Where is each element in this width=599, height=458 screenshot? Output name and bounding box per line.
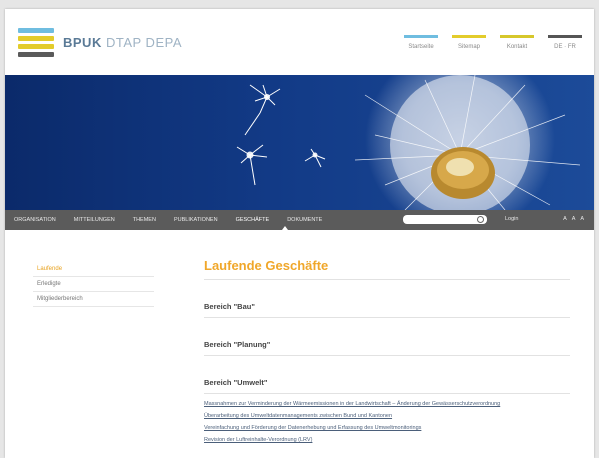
login-link[interactable]: Login bbox=[505, 216, 518, 222]
brand-secondary: DTAP DEPA bbox=[105, 35, 182, 50]
section-planung: Bereich "Planung" bbox=[204, 340, 570, 356]
topnav-label: Startseite bbox=[408, 44, 434, 50]
topnav-label: DE · FR bbox=[554, 44, 576, 50]
dandelion-image bbox=[236, 75, 581, 210]
section-links: Massnahmen zur Verminderung der Wärmeemi… bbox=[204, 400, 570, 444]
search-icon[interactable] bbox=[477, 216, 484, 223]
sidebar-item-mitgliederbereich[interactable]: Mitgliederbereich bbox=[33, 292, 154, 307]
topnav-label: Kontakt bbox=[506, 44, 528, 50]
search-input[interactable] bbox=[403, 222, 477, 232]
logo-bar bbox=[18, 44, 54, 49]
business-link[interactable]: Vereinfachung und Förderung der Datenerh… bbox=[204, 424, 570, 432]
section-title[interactable]: Bereich "Bau" bbox=[204, 302, 570, 318]
hero-banner bbox=[5, 75, 594, 210]
page-title: Laufende Geschäfte bbox=[204, 258, 570, 280]
topnav-label: Sitemap bbox=[457, 44, 480, 50]
sidebar-item-laufende[interactable]: Laufende bbox=[33, 262, 154, 277]
business-link[interactable]: Revision der Luftreinhalte-Verordnung (L… bbox=[204, 436, 570, 444]
logo-bar bbox=[18, 36, 54, 41]
brand-primary: BPUK bbox=[63, 35, 102, 50]
topnav-accent-bar bbox=[404, 35, 438, 38]
topnav-sitemap[interactable]: Sitemap bbox=[452, 35, 486, 50]
nav-organisation[interactable]: Organisation bbox=[5, 217, 65, 223]
section-umwelt: Bereich "Umwelt" Massnahmen zur Verminde… bbox=[204, 378, 570, 444]
section-title[interactable]: Bereich "Planung" bbox=[204, 340, 570, 356]
sidebar-item-erledigte[interactable]: Erledigte bbox=[33, 277, 154, 292]
section-title[interactable]: Bereich "Umwelt" bbox=[204, 378, 570, 394]
topnav-language[interactable]: DE · FR bbox=[548, 35, 582, 50]
nav-geschaefte[interactable]: Geschäfte bbox=[227, 217, 279, 223]
topnav-accent-bar bbox=[500, 35, 534, 38]
nav-mitteilungen[interactable]: Mitteilungen bbox=[65, 217, 124, 223]
bpuk-logo[interactable] bbox=[18, 28, 54, 58]
browser-page: BPUK DTAP DEPA Startseite Sitemap Kontak… bbox=[5, 9, 594, 458]
business-link[interactable]: Massnahmen zur Verminderung der Wärmeemi… bbox=[204, 400, 570, 408]
nav-dokumente[interactable]: Dokumente bbox=[278, 217, 331, 223]
nav-themen[interactable]: Themen bbox=[124, 217, 165, 223]
topnav-accent-bar bbox=[548, 35, 582, 38]
topnav-accent-bar bbox=[452, 35, 486, 38]
main-navigation: Organisation Mitteilungen Themen Publika… bbox=[5, 210, 594, 232]
section-bau: Bereich "Bau" bbox=[204, 302, 570, 318]
sidebar: Laufende Erledigte Mitgliederbereich bbox=[33, 262, 154, 307]
search-box[interactable] bbox=[403, 215, 487, 232]
active-nav-indicator bbox=[282, 226, 288, 230]
site-header: BPUK DTAP DEPA Startseite Sitemap Kontak… bbox=[5, 9, 594, 75]
topnav-startseite[interactable]: Startseite bbox=[404, 35, 438, 50]
topnav-kontakt[interactable]: Kontakt bbox=[500, 35, 534, 50]
business-link[interactable]: Überarbeitung des Umweltdatenmanagements… bbox=[204, 412, 570, 420]
font-size-switcher[interactable]: A A A bbox=[563, 216, 586, 222]
logo-bar bbox=[18, 52, 54, 57]
top-navigation: Startseite Sitemap Kontakt DE · FR bbox=[404, 35, 582, 50]
main-content: Laufende Geschäfte Bereich "Bau" Bereich… bbox=[204, 258, 570, 448]
logo-bar bbox=[18, 28, 54, 33]
nav-publikationen[interactable]: Publikationen bbox=[165, 217, 227, 223]
brand-name[interactable]: BPUK DTAP DEPA bbox=[63, 35, 182, 50]
